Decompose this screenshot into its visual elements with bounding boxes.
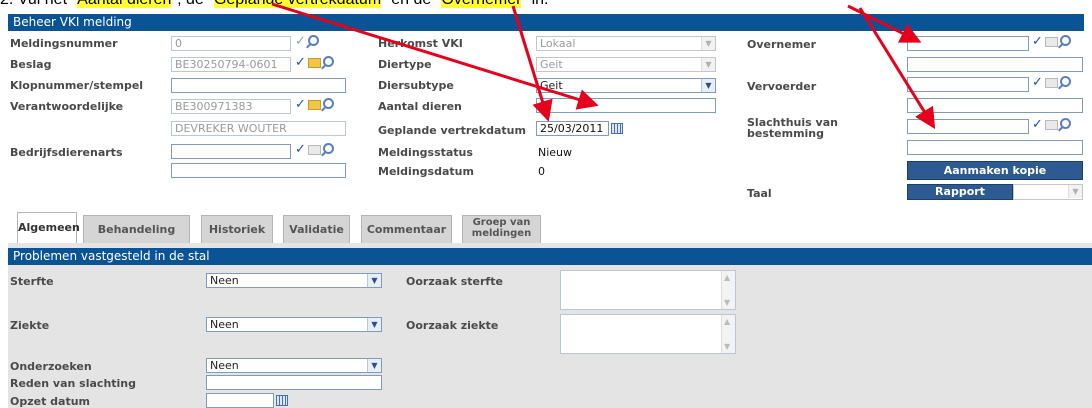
- annotation-arrows: [271, 2, 936, 130]
- arrow-to-vertrekdatum: [511, 5, 553, 122]
- arrow-to-overnemer: [847, 4, 922, 43]
- arrow-to-aantal-dieren: [271, 2, 599, 110]
- arrow-to-slachthuis: [858, 7, 936, 130]
